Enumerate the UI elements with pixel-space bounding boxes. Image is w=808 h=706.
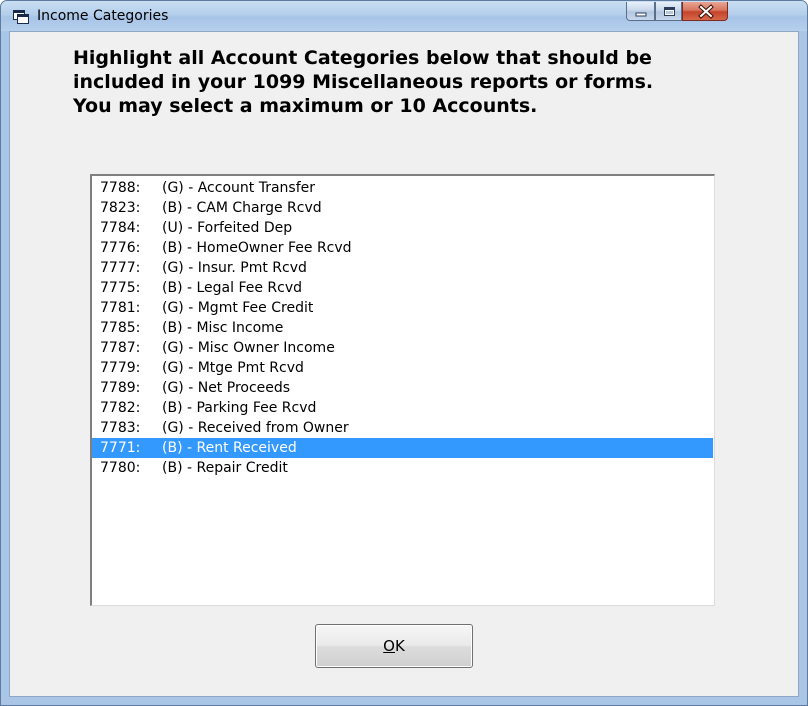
account-description: (B) - Repair Credit xyxy=(162,460,288,476)
minimize-icon xyxy=(635,12,647,17)
ok-label-rest: K xyxy=(394,637,405,655)
account-description: (G) - Account Transfer xyxy=(162,180,315,196)
account-description: (U) - Forfeited Dep xyxy=(162,220,293,236)
list-item[interactable]: 7788: (G) - Account Transfer xyxy=(92,178,713,198)
list-item[interactable]: 7823: (B) - CAM Charge Rcvd xyxy=(92,198,713,218)
account-code: 7777: xyxy=(100,260,141,276)
maximize-button[interactable] xyxy=(655,2,682,21)
account-code: 7788: xyxy=(100,180,141,196)
account-description: (B) - Rent Received xyxy=(162,440,297,456)
close-icon xyxy=(698,4,714,19)
account-description: (B) - Legal Fee Rcvd xyxy=(162,280,303,296)
account-code: 7823: xyxy=(100,200,141,216)
account-code: 7779: xyxy=(100,360,141,376)
account-code: 7780: xyxy=(100,460,141,476)
window-title: Income Categories xyxy=(37,8,169,24)
account-code: 7775: xyxy=(100,280,141,296)
account-code: 7776: xyxy=(100,240,141,256)
account-code: 7787: xyxy=(100,340,141,356)
instructions-line-3: You may select a maximum or 10 Accounts. xyxy=(73,95,538,117)
list-item[interactable]: 7771: (B) - Rent Received xyxy=(92,438,713,458)
account-categories-listbox[interactable]: 7788: (G) - Account Transfer 7823: (B) - CA… xyxy=(90,174,715,606)
list-item[interactable]: 7783: (G) - Received from Owner xyxy=(92,418,713,438)
instructions-text: Highlight all Account Categories below t… xyxy=(73,46,773,118)
account-description: (B) - Misc Income xyxy=(162,320,284,336)
account-description: (B) - HomeOwner Fee Rcvd xyxy=(162,240,352,256)
account-description: (B) - Parking Fee Rcvd xyxy=(162,400,317,416)
account-description: (G) - Insur. Pmt Rcvd xyxy=(162,260,307,276)
list-item[interactable]: 7780: (B) - Repair Credit xyxy=(92,458,713,478)
list-item[interactable]: 7789: (G) - Net Proceeds xyxy=(92,378,713,398)
account-code: 7782: xyxy=(100,400,141,416)
account-description: (G) - Received from Owner xyxy=(162,420,349,436)
list-item[interactable]: 7777: (G) - Insur. Pmt Rcvd xyxy=(92,258,713,278)
list-item[interactable]: 7781: (G) - Mgmt Fee Credit xyxy=(92,298,713,318)
list-item[interactable]: 7784: (U) - Forfeited Dep xyxy=(92,218,713,238)
list-item[interactable]: 7775: (B) - Legal Fee Rcvd xyxy=(92,278,713,298)
account-description: (B) - CAM Charge Rcvd xyxy=(162,200,322,216)
account-code: 7785: xyxy=(100,320,141,336)
instructions-line-1: Highlight all Account Categories below t… xyxy=(73,47,652,69)
account-code: 7781: xyxy=(100,300,141,316)
account-description: (G) - Misc Owner Income xyxy=(162,340,335,356)
dialog-client-area: Highlight all Account Categories below t… xyxy=(9,31,799,697)
maximize-icon xyxy=(664,7,675,16)
account-description: (G) - Mtge Pmt Rcvd xyxy=(162,360,304,376)
account-description: (G) - Mgmt Fee Credit xyxy=(162,300,314,316)
account-code: 7784: xyxy=(100,220,141,236)
account-code: 7789: xyxy=(100,380,141,396)
account-code: 7771: xyxy=(100,440,141,456)
list-item[interactable]: 7787: (G) - Misc Owner Income xyxy=(92,338,713,358)
account-code: 7783: xyxy=(100,420,141,436)
close-button[interactable] xyxy=(682,2,728,21)
dialog-window: Income Categories Highlight all Account … xyxy=(0,0,808,706)
list-item[interactable]: 7785: (B) - Misc Income xyxy=(92,318,713,338)
instructions-line-2: included in your 1099 Miscellaneous repo… xyxy=(73,71,654,93)
minimize-button[interactable] xyxy=(626,2,655,21)
ok-mnemonic: O xyxy=(383,637,395,655)
app-window-icon[interactable] xyxy=(13,10,29,24)
ok-button[interactable]: OK xyxy=(315,624,473,668)
list-item[interactable]: 7782: (B) - Parking Fee Rcvd xyxy=(92,398,713,418)
title-bar[interactable]: Income Categories xyxy=(1,1,807,31)
list-item[interactable]: 7776: (B) - HomeOwner Fee Rcvd xyxy=(92,238,713,258)
list-item[interactable]: 7779: (G) - Mtge Pmt Rcvd xyxy=(92,358,713,378)
account-description: (G) - Net Proceeds xyxy=(162,380,291,396)
